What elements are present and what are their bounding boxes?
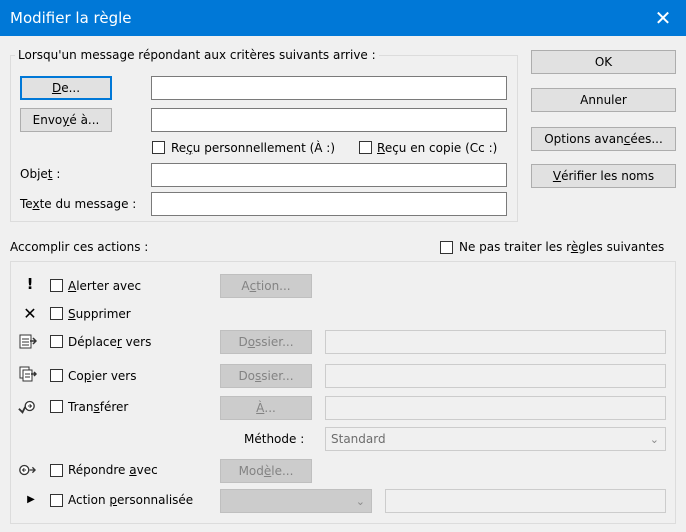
alert-checkbox[interactable] [50,279,63,292]
actions-header: Accomplir ces actions : [10,240,149,254]
sent-to-field[interactable] [151,108,507,132]
body-field[interactable] [151,192,507,216]
custom-action-field[interactable] [385,489,666,513]
copy-folder-icon [19,365,37,383]
template-button[interactable]: Mod è le... [220,459,312,483]
method-select[interactable]: Standard ⌄ [325,427,666,451]
custom-action-select[interactable]: ⌄ [220,489,372,513]
move-checkbox[interactable] [50,335,63,348]
copy-label: Copier vers [68,369,137,383]
copy-folder-field[interactable] [325,364,666,388]
forward-icon [18,397,36,415]
copy-folder-button[interactable]: Do s sier... [220,364,312,388]
forward-to-field[interactable] [325,396,666,420]
actions-group [10,261,676,524]
reply-label: Répondre avec [68,463,158,477]
cancel-button[interactable]: Annuler [531,88,676,112]
exclamation-icon: ! [26,275,34,293]
chevron-down-icon: ⌄ [355,495,365,508]
delete-label: Supprimer [68,307,131,321]
move-label: Déplacer vers [68,335,152,349]
cc-label: Reçu en copie (Cc :) [377,141,498,155]
forward-label: Transférer [68,400,129,414]
copy-checkbox[interactable] [50,369,63,382]
x-delete-icon: ✕ [23,303,37,323]
window-title: Modifier la règle [10,9,132,27]
method-label: Méthode : [244,432,305,446]
close-icon[interactable]: ✕ [640,0,686,36]
reply-icon [18,461,36,479]
forward-to-button[interactable]: À... [220,396,312,420]
move-folder-icon [19,332,37,350]
check-names-button[interactable]: Vérifier les noms [531,164,676,188]
move-folder-button[interactable]: Do ssier... [220,330,312,354]
custom-action-checkbox[interactable] [50,494,63,507]
subject-label: Objet : [20,167,61,181]
title-bar: Modifier la règle ✕ [0,0,686,36]
play-arrow-icon: ▶ [27,493,35,505]
alert-label: Alerter avec [68,279,142,293]
advanced-options-button[interactable]: Options avan c ées... [531,127,676,151]
from-field[interactable] [151,76,507,100]
stop-processing-checkbox[interactable] [440,241,453,254]
reply-checkbox[interactable] [50,464,63,477]
action-button[interactable]: Ac tion... [220,274,312,298]
body-label: Texte du message : [20,197,137,211]
subject-field[interactable] [151,163,507,187]
from-button[interactable]: De... [20,76,112,100]
sent-only-to-me-checkbox[interactable] [152,141,165,154]
sent-to-button[interactable]: Envo y é à... [20,108,112,132]
move-folder-field[interactable] [325,330,666,354]
stop-processing-label: Ne pas traiter les règles suivantes [459,240,665,254]
sent-only-to-me-label: Reçu personnellement (À :) [171,141,336,155]
cc-checkbox[interactable] [359,141,372,154]
chevron-down-icon: ⌄ [649,433,659,446]
delete-checkbox[interactable] [50,307,63,320]
custom-action-label: Action personnalisée [68,493,194,507]
conditions-legend: Lorsqu'un message répondant aux critères… [15,48,379,62]
ok-button[interactable]: OK [531,50,676,74]
forward-checkbox[interactable] [50,400,63,413]
